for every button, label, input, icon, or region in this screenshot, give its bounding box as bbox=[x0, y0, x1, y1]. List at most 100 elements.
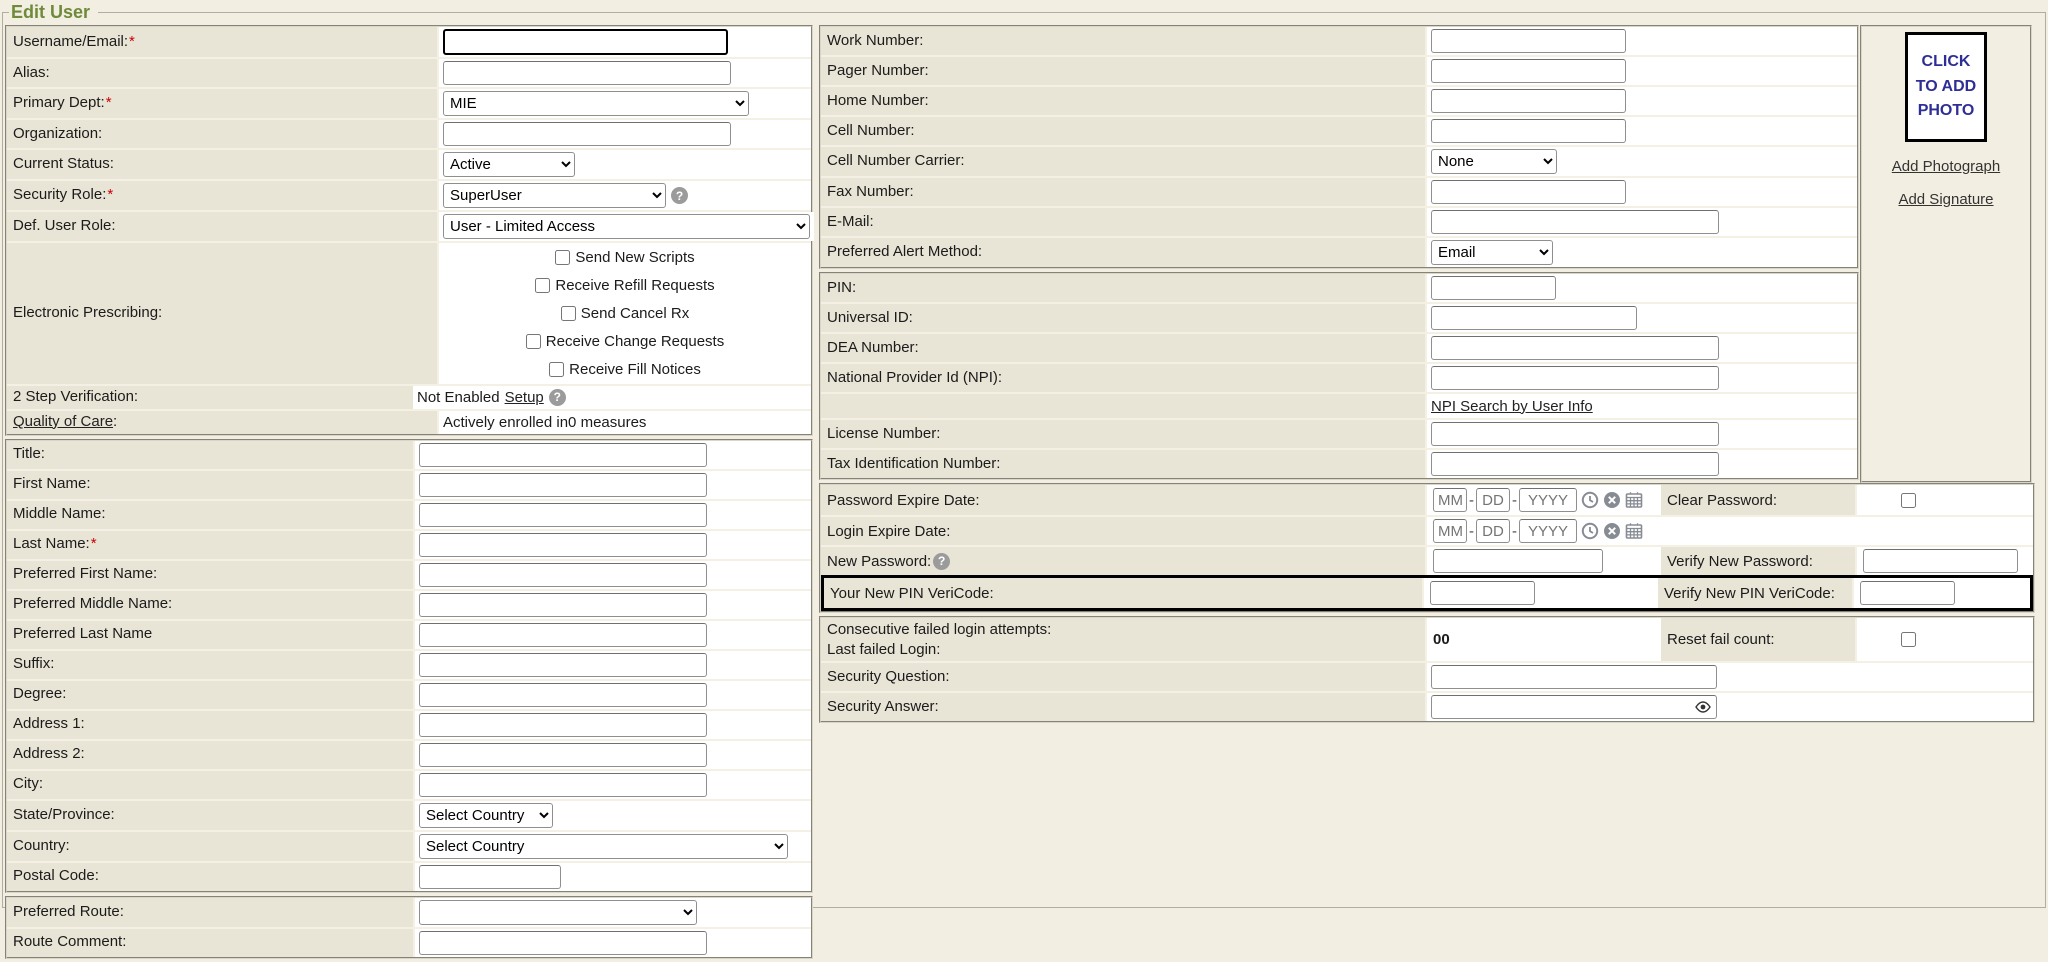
home-number-input[interactable] bbox=[1431, 89, 1626, 113]
license-number-input[interactable] bbox=[1431, 422, 1719, 446]
route-comment-input[interactable] bbox=[419, 931, 707, 955]
clock-icon[interactable] bbox=[1581, 491, 1599, 509]
email-input[interactable] bbox=[1431, 210, 1719, 234]
verify-new-password-input[interactable] bbox=[1863, 549, 2018, 573]
security-question-input[interactable] bbox=[1431, 665, 1717, 689]
suffix-row: Suffix: bbox=[7, 649, 811, 679]
pin-input[interactable] bbox=[1431, 276, 1556, 300]
fax-number-input[interactable] bbox=[1431, 180, 1626, 204]
calendar-icon[interactable] bbox=[1625, 522, 1643, 540]
clock-icon[interactable] bbox=[1581, 522, 1599, 540]
npi-input[interactable] bbox=[1431, 366, 1719, 390]
quality-of-care-link[interactable]: Quality of Care bbox=[13, 413, 113, 432]
route-panel: Preferred Route: Route Comment: bbox=[5, 896, 813, 959]
postal-code-input[interactable] bbox=[419, 865, 561, 889]
preferred-route-select[interactable] bbox=[419, 900, 697, 925]
current-status-select[interactable]: Active bbox=[443, 152, 575, 177]
username-input[interactable] bbox=[443, 29, 728, 55]
add-photograph-link[interactable]: Add Photograph bbox=[1892, 158, 2000, 175]
license-number-row: License Number: bbox=[821, 418, 1857, 448]
verify-pin-vericode-label: Verify New PIN VeriCode: bbox=[1658, 578, 1854, 608]
work-number-input[interactable] bbox=[1431, 29, 1626, 53]
password-expire-dd-input[interactable] bbox=[1476, 488, 1510, 512]
reset-fail-count-checkbox[interactable] bbox=[1901, 632, 1916, 647]
clear-date-icon[interactable] bbox=[1603, 522, 1621, 540]
organization-input[interactable] bbox=[443, 122, 731, 146]
help-icon[interactable]: ? bbox=[671, 187, 688, 204]
calendar-icon[interactable] bbox=[1625, 491, 1643, 509]
reset-fail-count-label: Reset fail count: bbox=[1661, 618, 1857, 661]
universal-id-input[interactable] bbox=[1431, 306, 1637, 330]
help-icon[interactable]: ? bbox=[933, 553, 950, 570]
add-signature-link[interactable]: Add Signature bbox=[1898, 191, 1993, 208]
login-expire-yyyy-input[interactable] bbox=[1519, 519, 1577, 543]
alias-input[interactable] bbox=[443, 61, 731, 85]
middle-name-row: Middle Name: bbox=[7, 499, 811, 529]
clear-password-label: Clear Password: bbox=[1661, 485, 1857, 515]
first-name-input[interactable] bbox=[419, 473, 707, 497]
state-province-row: State/Province: Select Country bbox=[7, 799, 811, 830]
login-expire-dd-input[interactable] bbox=[1476, 519, 1510, 543]
send-cancel-rx-checkbox[interactable] bbox=[561, 306, 576, 321]
pin-vericode-input[interactable] bbox=[1430, 581, 1535, 605]
cell-carrier-select[interactable]: None bbox=[1431, 149, 1557, 174]
help-icon[interactable]: ? bbox=[549, 389, 566, 406]
security-panel: Consecutive failed login attempts: Last … bbox=[819, 616, 2035, 723]
new-password-label: New Password:? bbox=[821, 547, 1427, 575]
clear-password-checkbox[interactable] bbox=[1901, 493, 1916, 508]
tax-id-input[interactable] bbox=[1431, 452, 1719, 476]
address2-row: Address 2: bbox=[7, 739, 811, 769]
address1-input[interactable] bbox=[419, 713, 707, 737]
clear-date-icon[interactable] bbox=[1603, 491, 1621, 509]
login-expire-mm-input[interactable] bbox=[1433, 519, 1467, 543]
alert-method-label: Preferred Alert Method: bbox=[821, 238, 1427, 267]
title-input[interactable] bbox=[419, 443, 707, 467]
degree-input[interactable] bbox=[419, 683, 707, 707]
security-role-select[interactable]: SuperUser bbox=[443, 183, 666, 208]
receive-refill-requests-checkbox[interactable] bbox=[535, 278, 550, 293]
identifiers-panel: PIN: Universal ID: DEA Number: Nati bbox=[819, 272, 1859, 480]
left-column: Username/Email:* Alias: Primary Dept:* M… bbox=[5, 25, 813, 962]
cell-carrier-row: Cell Number Carrier: None bbox=[821, 145, 1857, 176]
security-role-label: Security Role:* bbox=[7, 181, 439, 210]
eprescribing-row: Electronic Prescribing: Send New Scripts… bbox=[7, 241, 811, 384]
photo-placeholder[interactable]: CLICK TO ADD PHOTO bbox=[1905, 32, 1987, 142]
preferred-middle-name-input[interactable] bbox=[419, 593, 707, 617]
address2-input[interactable] bbox=[419, 743, 707, 767]
npi-search-link[interactable]: NPI Search by User Info bbox=[1431, 398, 1593, 415]
country-select[interactable]: Select Country bbox=[419, 834, 788, 859]
password-expire-yyyy-input[interactable] bbox=[1519, 488, 1577, 512]
preferred-last-name-input[interactable] bbox=[419, 623, 707, 647]
photo-panel: CLICK TO ADD PHOTO Add Photograph Add Si… bbox=[1860, 25, 2032, 483]
two-step-setup-link[interactable]: Setup bbox=[505, 389, 544, 406]
alert-method-select[interactable]: Email bbox=[1431, 240, 1553, 265]
cell-number-input[interactable] bbox=[1431, 119, 1626, 143]
receive-refill-requests-option: Receive Refill Requests bbox=[535, 274, 714, 297]
def-user-role-label: Def. User Role: bbox=[7, 212, 439, 241]
security-answer-input[interactable] bbox=[1431, 695, 1717, 719]
middle-name-label: Middle Name: bbox=[7, 501, 415, 529]
state-province-select[interactable]: Select Country bbox=[419, 803, 553, 828]
suffix-input[interactable] bbox=[419, 653, 707, 677]
verify-pin-vericode-input[interactable] bbox=[1860, 581, 1955, 605]
last-name-input[interactable] bbox=[419, 533, 707, 557]
receive-change-requests-checkbox[interactable] bbox=[526, 334, 541, 349]
send-new-scripts-checkbox[interactable] bbox=[555, 250, 570, 265]
npi-search-row: NPI Search by User Info bbox=[821, 392, 1857, 418]
eye-icon[interactable] bbox=[1695, 701, 1711, 713]
country-label: Country: bbox=[7, 832, 415, 861]
required-marker: * bbox=[107, 186, 113, 205]
def-user-role-select[interactable]: User - Limited Access bbox=[443, 214, 810, 239]
dea-number-input[interactable] bbox=[1431, 336, 1719, 360]
city-input[interactable] bbox=[419, 773, 707, 797]
primary-dept-select[interactable]: MIE bbox=[443, 91, 749, 116]
receive-fill-notices-checkbox[interactable] bbox=[549, 362, 564, 377]
preferred-first-name-input[interactable] bbox=[419, 563, 707, 587]
security-question-row: Security Question: bbox=[821, 661, 2033, 691]
pager-number-input[interactable] bbox=[1431, 59, 1626, 83]
password-expire-mm-input[interactable] bbox=[1433, 488, 1467, 512]
middle-name-input[interactable] bbox=[419, 503, 707, 527]
dea-number-row: DEA Number: bbox=[821, 332, 1857, 362]
security-answer-row: Security Answer: bbox=[821, 691, 2033, 721]
new-password-input[interactable] bbox=[1433, 549, 1603, 573]
